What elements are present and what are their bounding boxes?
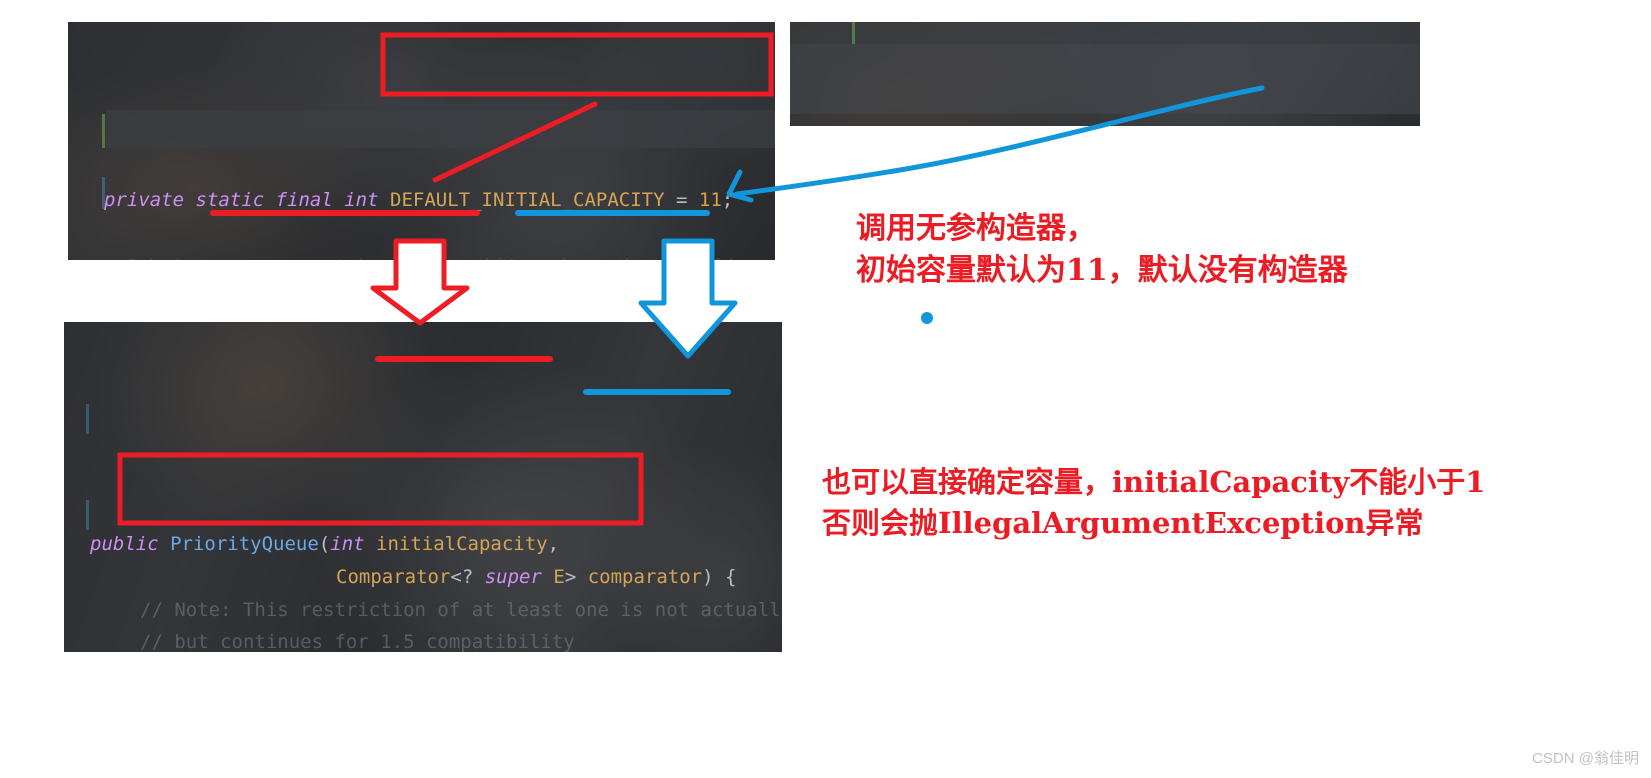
code-token: > bbox=[564, 566, 588, 588]
code-line-comment: Priority queue represented as a balanced… bbox=[128, 249, 775, 260]
code-line-comment: // Note: This restriction of at least on… bbox=[140, 594, 781, 627]
code-token: static bbox=[195, 189, 276, 211]
code-panel-two-arg-constructor: public PriorityQueue(int initialCapacity… bbox=[64, 322, 782, 652]
code-token: Priority queue represented as a balanced… bbox=[128, 256, 775, 260]
code-token: // but continues for 1.5 compatibility bbox=[140, 631, 575, 652]
code-token: ; bbox=[721, 189, 734, 211]
code-lines-top-left: private static final int DEFAULT_INITIAL… bbox=[68, 154, 775, 260]
code-token: Comparator bbox=[336, 566, 451, 588]
code-change-marker bbox=[86, 404, 89, 434]
code-token: 11 bbox=[698, 189, 722, 211]
code-line-comment: // but continues for 1.5 compatibility bbox=[140, 626, 575, 652]
annotation-note-bottom-line1: 也可以直接确定容量，initialCapacity不能小于1 bbox=[822, 465, 1486, 499]
code-token: comparator bbox=[587, 566, 703, 588]
annotation-note-top-line2: 初始容量默认为11，默认没有构造器 bbox=[856, 253, 1348, 288]
code-token: PriorityQueue bbox=[170, 533, 319, 555]
code-token: int bbox=[344, 189, 390, 211]
code-line: private static final int DEFAULT_INITIAL… bbox=[104, 184, 733, 217]
code-panel-comparator-field: Priority queue represented as a balanced… bbox=[790, 22, 1420, 126]
annotation-note-bottom-line2: 否则会抛IllegalArgumentException异常 bbox=[822, 506, 1424, 540]
code-change-marker bbox=[102, 114, 105, 148]
code-token: , bbox=[547, 533, 560, 555]
code-token: initialCapacity bbox=[376, 533, 548, 555]
code-token: // Note: This restriction of at least on… bbox=[140, 599, 781, 621]
code-highlight-strip bbox=[790, 44, 1420, 114]
code-token: <? bbox=[450, 566, 485, 588]
code-token: = bbox=[664, 189, 699, 211]
code-token: ( bbox=[318, 533, 331, 555]
csdn-watermark: CSDN @翁佳明 bbox=[1532, 750, 1639, 767]
code-change-marker bbox=[852, 22, 855, 44]
code-token: DEFAULT_INITIAL_CAPACITY bbox=[390, 189, 665, 211]
code-token: E bbox=[553, 566, 565, 588]
code-token: ) { bbox=[702, 566, 737, 588]
code-line: Comparator<? super E> comparator) { bbox=[336, 561, 736, 594]
code-change-marker bbox=[102, 177, 105, 209]
blue-dot-marker bbox=[921, 312, 933, 324]
code-lines-bottom-left: public PriorityQueue(int initialCapacity… bbox=[64, 520, 782, 652]
code-token: final bbox=[275, 189, 345, 211]
code-line: public PriorityQueue(int initialCapacity… bbox=[90, 528, 559, 561]
code-change-marker bbox=[86, 500, 89, 530]
code-token: private bbox=[104, 189, 196, 211]
code-token: int bbox=[330, 533, 377, 555]
code-panel-no-arg-constructor: private static final int DEFAULT_INITIAL… bbox=[68, 22, 775, 260]
code-token: super bbox=[484, 566, 554, 588]
code-token: public bbox=[90, 533, 171, 555]
code-doc-strip bbox=[106, 110, 775, 148]
code-doc-strip bbox=[790, 22, 1420, 44]
annotation-note-top-line1: 调用无参构造器， bbox=[856, 211, 1096, 246]
